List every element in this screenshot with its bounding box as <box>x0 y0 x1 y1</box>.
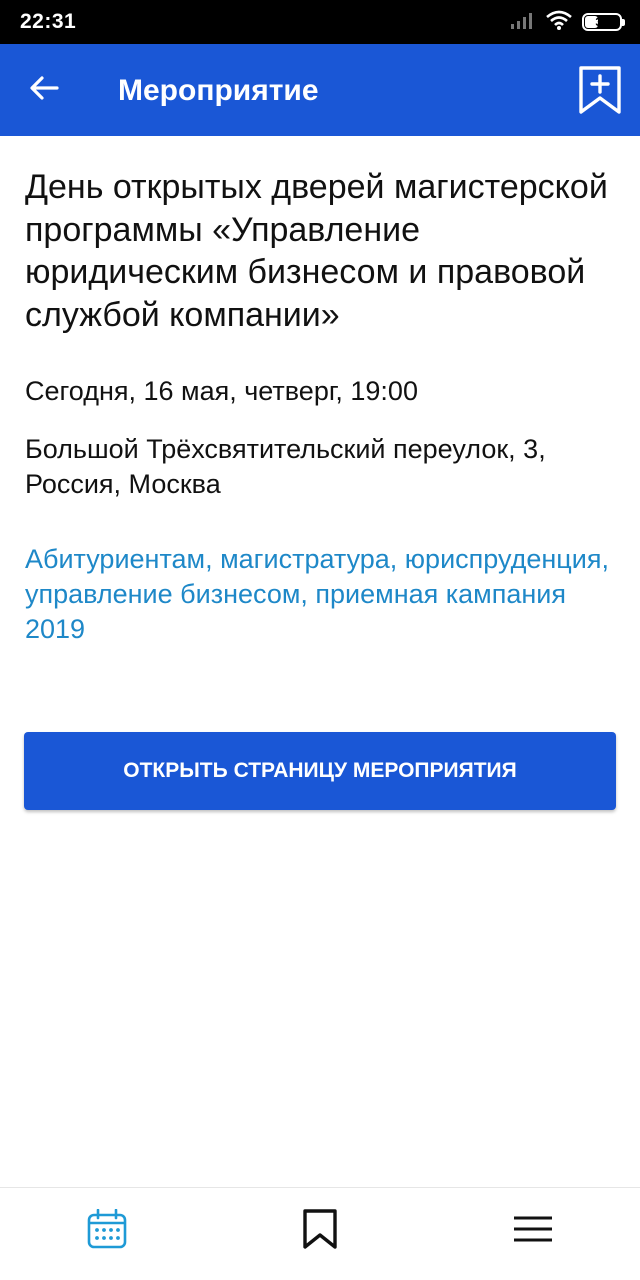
add-bookmark-button[interactable] <box>576 65 624 120</box>
bottom-navigation <box>0 1187 640 1280</box>
event-details: День открытых дверей магистерской програ… <box>25 166 620 647</box>
event-tags-link[interactable]: Абитуриентам, магистратура, юриспруденци… <box>25 542 620 647</box>
bookmark-icon <box>302 1208 338 1255</box>
wifi-icon <box>546 10 572 35</box>
status-time: 22:31 <box>20 10 77 33</box>
battery-icon: 38 <box>582 13 625 31</box>
calendar-icon <box>87 1208 127 1254</box>
nav-calendar[interactable] <box>72 1198 142 1264</box>
status-bar: 22:31 38 <box>0 0 640 44</box>
menu-icon <box>513 1215 553 1248</box>
nav-menu[interactable] <box>498 1198 568 1264</box>
battery-percent: 38 <box>595 15 609 29</box>
nav-bookmarks[interactable] <box>285 1198 355 1264</box>
page-title: Мероприятие <box>118 74 319 107</box>
bookmark-add-icon <box>578 65 622 120</box>
event-date: Сегодня, 16 мая, четверг, 19:00 <box>25 376 418 406</box>
back-button[interactable] <box>20 68 68 112</box>
event-address: Большой Трёхсвятительский переулок, 3, Р… <box>25 434 546 499</box>
open-event-page-button[interactable]: ОТКРЫТЬ СТРАНИЦУ МЕРОПРИЯТИЯ <box>24 732 616 810</box>
event-title: День открытых дверей магистерской програ… <box>25 168 608 334</box>
app-bar: Мероприятие <box>0 44 640 136</box>
arrow-left-icon <box>29 75 59 106</box>
status-icons: 38 <box>510 10 625 35</box>
signal-icon <box>510 11 536 34</box>
